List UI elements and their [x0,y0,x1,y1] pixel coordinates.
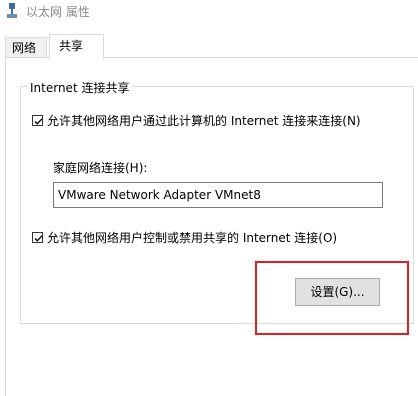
title-bar: 以太网 属性 [0,0,418,24]
checkmark-icon [34,234,43,242]
network-adapter-icon [6,3,18,19]
allow-connect-checkbox[interactable] [32,114,43,126]
tab-sharing[interactable]: 共享 [49,34,104,59]
allow-control-row[interactable]: 允许其他网络用户控制或禁用共享的 Internet 连接(O) [32,229,337,245]
home-network-select[interactable]: VMware Network Adapter VMnet8 [53,182,383,208]
tab-network[interactable]: 网络 [5,37,47,58]
allow-control-label[interactable]: 允许其他网络用户控制或禁用共享的 Internet 连接(O) [47,229,337,246]
allow-connect-row[interactable]: 允许其他网络用户通过此计算机的 Internet 连接来连接(N) [32,112,361,128]
window-title: 以太网 属性 [26,5,90,19]
allow-connect-label[interactable]: 允许其他网络用户通过此计算机的 Internet 连接来连接(N) [47,112,361,129]
home-network-label: 家庭网络连接(H): [53,161,148,175]
settings-button[interactable]: 设置(G)... [295,278,380,306]
allow-control-checkbox[interactable] [32,231,43,243]
properties-dialog: 以太网 属性 网络 共享 Internet 连接共享 允许其他网络用户通过此计算… [0,0,418,396]
ics-group-title: Internet 连接共享 [27,79,133,96]
checkmark-icon [34,117,43,125]
